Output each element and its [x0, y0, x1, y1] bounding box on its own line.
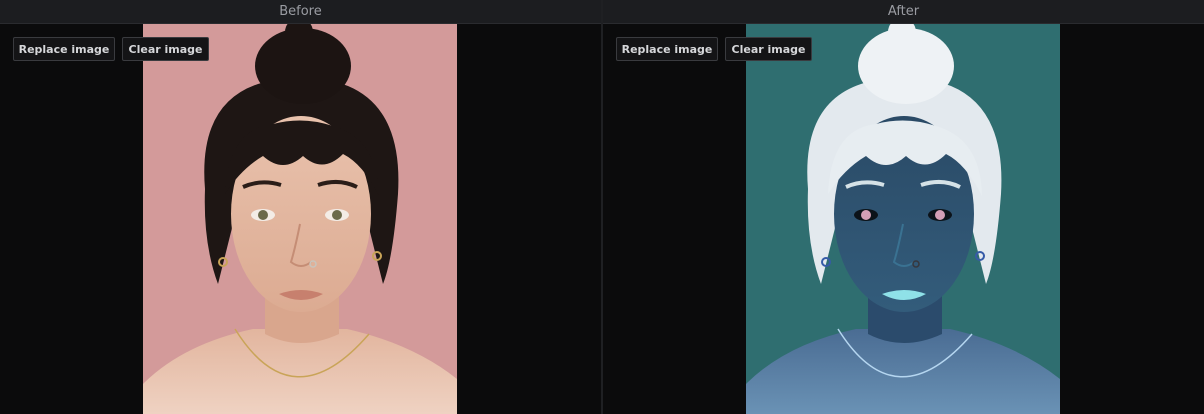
- comparison-app: Before Replace image Clear image After R…: [0, 0, 1204, 414]
- replace-image-button[interactable]: Replace image: [616, 37, 718, 61]
- before-image-area[interactable]: Replace image Clear image: [0, 24, 601, 414]
- before-image: [143, 24, 457, 414]
- after-image-area[interactable]: Replace image Clear image: [603, 24, 1204, 414]
- before-pane-title: Before: [279, 4, 322, 19]
- after-pane-title: After: [887, 4, 920, 19]
- after-pane: After Replace image Clear image: [603, 0, 1204, 414]
- after-toolbar: Replace image Clear image: [616, 37, 812, 61]
- after-pane-header: After: [603, 0, 1204, 24]
- after-image: [746, 24, 1060, 414]
- clear-image-button[interactable]: Clear image: [122, 37, 209, 61]
- before-pane: Before Replace image Clear image: [0, 0, 601, 414]
- replace-image-button[interactable]: Replace image: [13, 37, 115, 61]
- clear-image-button[interactable]: Clear image: [725, 37, 812, 61]
- before-pane-header: Before: [0, 0, 601, 24]
- before-toolbar: Replace image Clear image: [13, 37, 209, 61]
